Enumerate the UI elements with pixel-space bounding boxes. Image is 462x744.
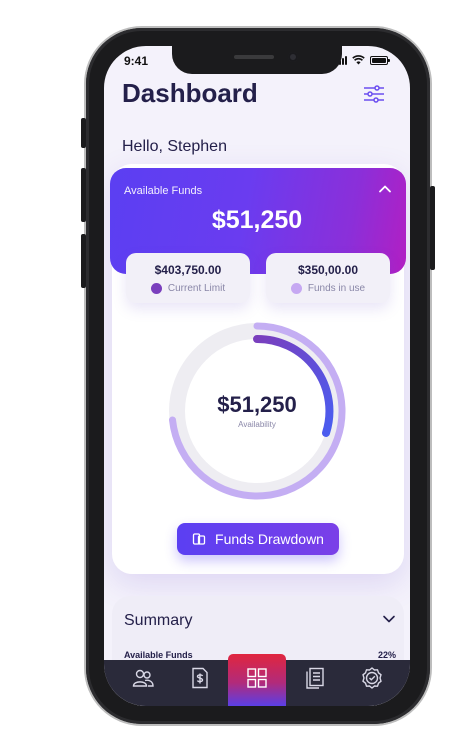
funds-in-use-dot <box>290 283 302 294</box>
status-icons <box>336 55 390 65</box>
front-camera <box>288 52 298 62</box>
current-limit-card: $403,750.00 Current Limit <box>126 253 250 303</box>
current-limit-legend: Current Limit <box>126 283 250 294</box>
available-funds-amount: $51,250 <box>211 206 303 234</box>
current-limit-value: $403,750.00 <box>154 263 222 277</box>
notch <box>172 46 342 74</box>
speaker-grille <box>234 55 274 59</box>
transfer-icon <box>192 533 206 545</box>
chevron-down-icon[interactable] <box>382 613 396 625</box>
verified-badge-icon[interactable] <box>360 666 384 690</box>
funds-in-use-label: Funds in use <box>307 283 366 294</box>
status-time: 9:41 <box>124 54 149 68</box>
funds-drawdown-label: Funds Drawdown <box>215 531 324 547</box>
volume-up-button <box>81 168 86 222</box>
current-limit-dot <box>150 283 162 294</box>
wifi-icon <box>352 55 365 65</box>
sliders-icon[interactable] <box>362 84 386 104</box>
users-icon[interactable] <box>131 666 155 690</box>
funds-in-use-legend: Funds in use <box>266 283 390 294</box>
power-button <box>430 186 435 270</box>
greeting: Hello, Stephen <box>122 138 227 155</box>
chevron-up-icon[interactable] <box>378 182 392 196</box>
funds-in-use-card: $350,00.00 Funds in use <box>266 253 390 303</box>
funds-in-use-value: $350,00.00 <box>297 263 359 277</box>
summary-row-label: Available Funds <box>124 650 193 660</box>
mute-switch <box>81 118 86 148</box>
summary-row-value: 22% <box>377 650 396 660</box>
documents-icon[interactable] <box>303 666 327 690</box>
summary-title: Summary <box>124 612 193 629</box>
dashboard-grid-icon[interactable] <box>245 666 269 690</box>
volume-down-button <box>81 234 86 288</box>
app-screen: 9:41 Dashboard Hello, Stephen Available … <box>104 46 410 706</box>
battery-icon <box>370 55 390 65</box>
available-funds-label: Available Funds <box>124 185 203 197</box>
funds-drawdown-button[interactable]: Funds Drawdown <box>177 523 339 555</box>
current-limit-label: Current Limit <box>167 283 226 294</box>
dollar-document-icon[interactable] <box>188 666 212 690</box>
availability-amount: $51,250 <box>217 392 297 417</box>
page-title: Dashboard <box>122 78 258 108</box>
availability-caption: Availability <box>238 420 276 429</box>
